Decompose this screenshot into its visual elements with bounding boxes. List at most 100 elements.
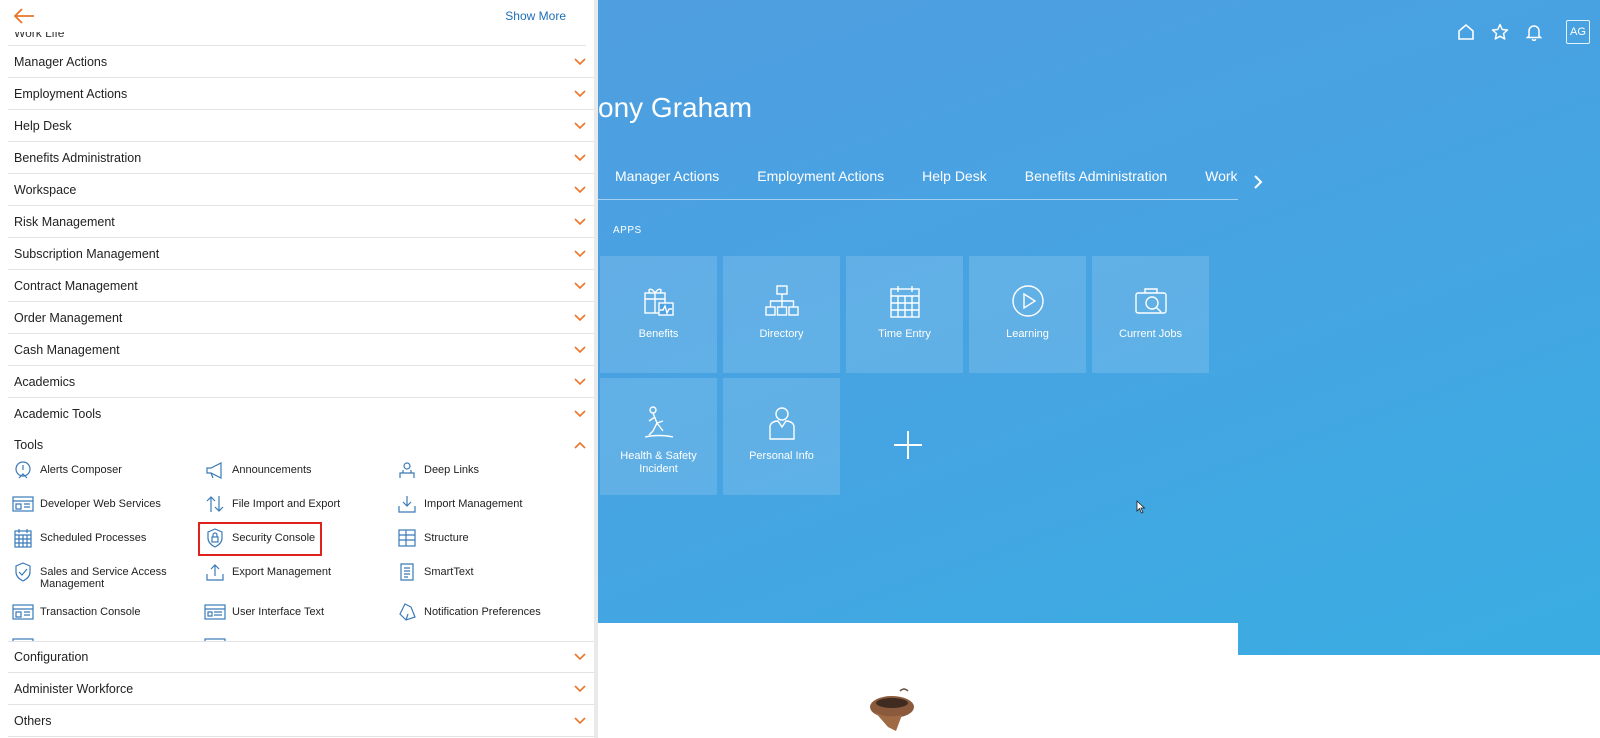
tool-announcements[interactable]: Announcements: [204, 460, 384, 480]
ui-text-icon: [204, 602, 226, 622]
app-tile-directory[interactable]: Directory: [723, 256, 840, 373]
calendar-icon: [12, 528, 34, 548]
group-label: Academic Tools: [14, 407, 102, 421]
app-tile-label: Directory: [759, 328, 804, 340]
group-label: Cash Management: [14, 342, 120, 357]
app-tile-personal-info[interactable]: Personal Info: [723, 378, 840, 495]
group-row-benefits-administration[interactable]: Benefits Administration: [8, 142, 594, 174]
app-tile-time-entry[interactable]: Time Entry: [846, 256, 963, 373]
group-row-contract-management[interactable]: Contract Management: [8, 270, 594, 302]
tool-smarttext[interactable]: SmartText: [396, 562, 576, 582]
group-label: Work Life: [14, 32, 65, 40]
favorites-star-icon[interactable]: [1490, 22, 1510, 42]
group-label: Tools: [14, 438, 44, 452]
back-arrow-icon[interactable]: [12, 7, 36, 25]
app-tile-learning[interactable]: Learning: [969, 256, 1086, 373]
group-row-others[interactable]: Others: [8, 705, 594, 737]
tool-label: Deep Links: [424, 464, 480, 476]
user-avatar[interactable]: AG: [1566, 20, 1590, 44]
group-row-academic-tools[interactable]: Academic Tools: [8, 398, 594, 430]
home-icon[interactable]: [1456, 22, 1476, 42]
group-label: Risk Management: [14, 214, 115, 229]
tool-label: Developer Web Services: [40, 498, 161, 510]
learning-icon: [1009, 282, 1047, 320]
group-label: Academics: [14, 374, 76, 389]
tool-structure[interactable]: Structure: [396, 528, 576, 548]
import-export-icon: [204, 494, 226, 514]
group-row-manager-actions[interactable]: Manager Actions: [8, 46, 594, 78]
tool-export-management[interactable]: Export Management: [204, 562, 384, 582]
chevron-down-icon: [574, 313, 586, 321]
chevron-down-icon: [574, 217, 586, 225]
group-row-academics[interactable]: Academics: [8, 366, 594, 398]
drawer-header: Show More: [0, 0, 594, 32]
group-row-work-life[interactable]: Work Life: [8, 32, 586, 46]
app-tile-benefits[interactable]: Benefits: [600, 256, 717, 373]
group-label: Order Management: [14, 310, 123, 325]
group-row-cash-management[interactable]: Cash Management: [8, 334, 594, 366]
add-app-plus-icon[interactable]: [888, 425, 928, 465]
app-tile-label: Learning: [1006, 328, 1049, 340]
alert-composer-icon: [12, 460, 34, 480]
console-icon: [12, 602, 34, 622]
app-tile-label: Benefits: [638, 328, 679, 340]
tool-scheduled-processes[interactable]: Scheduled Processes: [12, 528, 192, 548]
tool-label: Alerts Composer: [40, 464, 122, 476]
mouse-cursor-icon: [1136, 500, 1146, 519]
time-entry-icon: [886, 282, 924, 320]
chevron-down-icon: [574, 684, 586, 692]
app-tile-label: Time Entry: [878, 328, 931, 340]
group-row-order-management[interactable]: Order Management: [8, 302, 594, 334]
group-row-help-desk[interactable]: Help Desk: [8, 110, 594, 142]
app-tile-current-jobs[interactable]: Current Jobs: [1092, 256, 1209, 373]
tool-transaction-console[interactable]: Transaction Console: [12, 602, 192, 622]
home-tab-workspace[interactable]: Workspa: [1205, 168, 1238, 184]
notifications-bell-icon[interactable]: [1524, 22, 1544, 42]
tool-user-interface-text[interactable]: User Interface Text: [204, 602, 384, 622]
group-row-subscription-management[interactable]: Subscription Management: [8, 238, 594, 270]
app-tile-label: Health & Safety Incident: [620, 450, 697, 475]
show-more-link[interactable]: Show More: [505, 9, 566, 23]
tool-sales-service-access-management[interactable]: Sales and Service Access Management: [12, 562, 192, 590]
group-row-administer-workforce[interactable]: Administer Workforce: [8, 673, 594, 705]
group-row-tools[interactable]: Tools: [8, 430, 594, 460]
home-tab-strip: Manager Actions Employment Actions Help …: [598, 168, 1238, 200]
app-tile-health-safety-incident[interactable]: Health & Safety Incident: [600, 378, 717, 495]
tool-developer-web-services[interactable]: Developer Web Services: [12, 494, 192, 514]
tool-alerts-composer[interactable]: Alerts Composer: [12, 460, 192, 480]
tab-scroll-right-chevron-icon[interactable]: [1248, 170, 1268, 194]
directory-icon: [763, 282, 801, 320]
navigator-drawer: Show More Work Life Manager Actions Empl…: [0, 0, 598, 738]
import-icon: [396, 494, 418, 514]
tool-import-management[interactable]: Import Management: [396, 494, 576, 514]
tools-grid: Alerts Composer Announcements Deep Links…: [8, 460, 594, 642]
home-tab-help-desk[interactable]: Help Desk: [922, 168, 987, 184]
tool-deep-links[interactable]: Deep Links: [396, 460, 576, 480]
chevron-down-icon: [574, 377, 586, 385]
megaphone-icon: [204, 460, 226, 480]
chevron-down-icon: [574, 153, 586, 161]
group-label: Help Desk: [14, 118, 72, 133]
notification-icon: [396, 602, 418, 622]
navigator-groups: Manager Actions Employment Actions Help …: [8, 46, 594, 642]
home-tab-benefits-administration[interactable]: Benefits Administration: [1025, 168, 1167, 184]
tool-notification-preferences[interactable]: Notification Preferences: [396, 602, 576, 622]
greeting-heading: ony Graham: [598, 92, 753, 123]
tool-file-import-export[interactable]: File Import and Export: [204, 494, 384, 514]
group-label: Others: [14, 713, 52, 728]
home-tab-employment-actions[interactable]: Employment Actions: [757, 168, 884, 184]
navigator-groups-bottom: Configuration Administer Workforce Other…: [8, 641, 594, 737]
group-row-workspace[interactable]: Workspace: [8, 174, 594, 206]
group-row-configuration[interactable]: Configuration: [8, 641, 594, 673]
chevron-up-icon: [574, 441, 586, 449]
tool-label: Scheduled Processes: [40, 532, 147, 544]
tool-label: Announcements: [232, 464, 312, 476]
home-tab-manager-actions[interactable]: Manager Actions: [615, 168, 719, 184]
personal-info-icon: [763, 404, 801, 442]
group-label: Workspace: [14, 182, 77, 197]
group-row-employment-actions[interactable]: Employment Actions: [8, 78, 594, 110]
chevron-down-icon: [574, 57, 586, 65]
tool-label: Sales and Service Access Management: [40, 566, 167, 590]
tool-label: Notification Preferences: [424, 606, 541, 618]
group-row-risk-management[interactable]: Risk Management: [8, 206, 594, 238]
